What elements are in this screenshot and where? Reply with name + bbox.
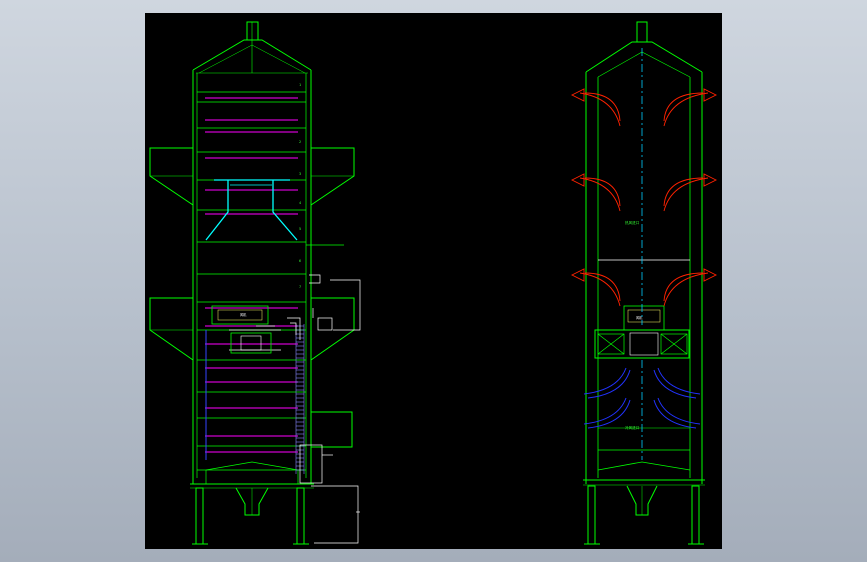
elev-num: 2 bbox=[299, 140, 301, 144]
air-arrow bbox=[663, 177, 704, 207]
hot-air-arrows bbox=[570, 88, 718, 307]
lower-right-duct bbox=[311, 411, 353, 448]
mid-right-wing bbox=[310, 297, 355, 361]
vent-pipe-right bbox=[636, 21, 648, 43]
cold-air-note: 冷风进口 bbox=[625, 425, 640, 430]
elev-num: 5 bbox=[299, 227, 301, 231]
hot-air-note: 热风进口 bbox=[625, 220, 640, 225]
vent-pipe bbox=[246, 21, 259, 41]
upper-left-wing bbox=[149, 147, 194, 206]
air-arrow bbox=[663, 272, 704, 302]
leg-left bbox=[195, 487, 204, 545]
air-arrow bbox=[583, 367, 627, 395]
leg-right bbox=[296, 487, 305, 545]
leg-right-right bbox=[691, 485, 700, 545]
cad-viewport[interactable]: 风机 1 2 3 4 5 6 7 风机 热风进口 冷风进口 bbox=[145, 13, 722, 549]
air-arrow bbox=[584, 92, 621, 122]
upper-right-wing bbox=[310, 147, 355, 206]
aux-lines bbox=[229, 274, 361, 544]
cad-drawing: 风机 1 2 3 4 5 6 7 风机 热风进口 冷风进口 bbox=[149, 21, 718, 545]
elev-num: 4 bbox=[299, 201, 301, 205]
air-arrow bbox=[657, 397, 701, 425]
elev-num: 1 bbox=[299, 83, 301, 87]
air-arrow bbox=[583, 397, 627, 425]
roof-right bbox=[585, 41, 703, 73]
elev-num: 6 bbox=[299, 259, 301, 263]
air-arrow bbox=[584, 177, 621, 207]
left-box-tag: 风机 bbox=[240, 312, 247, 317]
elev-num: 3 bbox=[299, 172, 301, 176]
air-arrow bbox=[663, 92, 704, 122]
air-arrow bbox=[657, 367, 701, 395]
elev-num: 7 bbox=[299, 285, 301, 289]
elevation-numbers: 1 2 3 4 5 6 7 bbox=[299, 83, 301, 289]
left-elevation-view bbox=[149, 21, 355, 545]
leg-left-right bbox=[587, 485, 596, 545]
pipe-rows bbox=[205, 97, 298, 453]
mid-left-wing bbox=[149, 297, 194, 361]
air-arrow bbox=[584, 272, 621, 302]
